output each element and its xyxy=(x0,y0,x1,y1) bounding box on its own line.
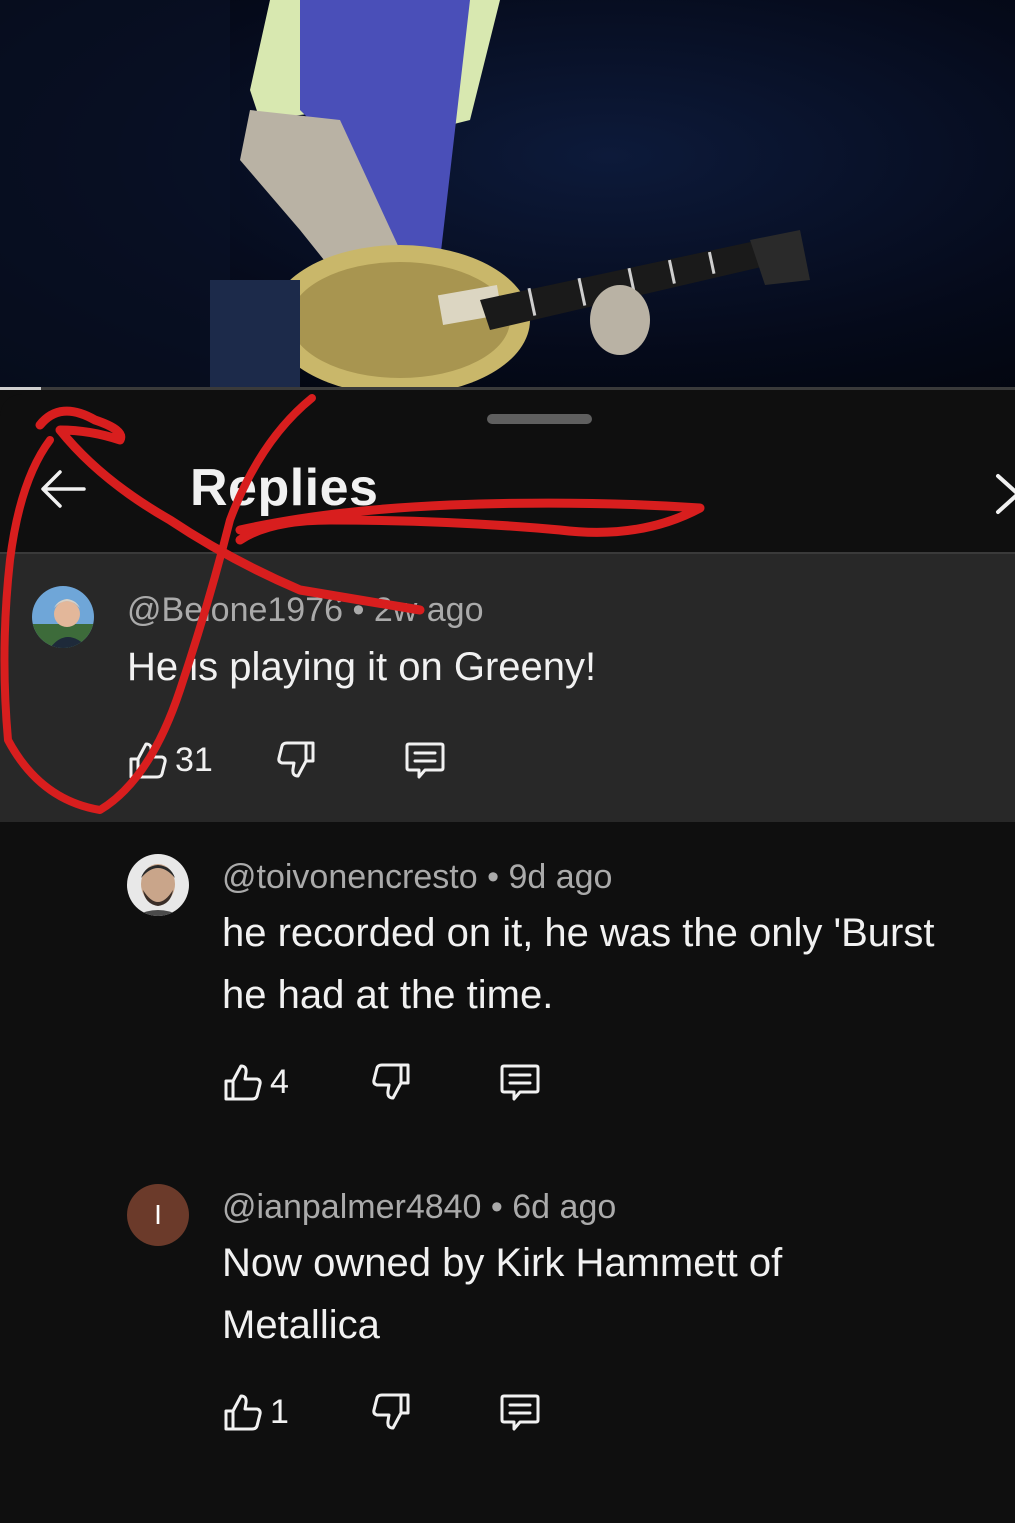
comment-icon xyxy=(500,1394,540,1431)
page-title: Replies xyxy=(190,459,379,517)
replies-header: Replies xyxy=(0,434,1015,552)
comment-text-line: Metallica xyxy=(222,1303,380,1347)
like-button[interactable]: 1 xyxy=(222,1387,289,1437)
comment-meta: @toivonencresto • 9d ago xyxy=(222,858,612,897)
comment-meta: @Belone1976 • 2w ago xyxy=(127,591,483,630)
comment-text: Now owned by Kirk Hammett of Metallica xyxy=(222,1232,782,1356)
parent-comment: @Belone1976 • 2w ago He is playing it on… xyxy=(0,554,1015,822)
comment-text-line: he had at the time. xyxy=(222,973,554,1017)
meta-separator: • xyxy=(487,858,500,896)
close-button[interactable] xyxy=(990,462,1015,522)
reply-button[interactable] xyxy=(498,1057,542,1107)
comment-text: He is playing it on Greeny! xyxy=(127,645,597,689)
dislike-button[interactable] xyxy=(370,1057,412,1107)
avatar-letter: I xyxy=(154,1199,162,1230)
comment-actions: 31 xyxy=(127,735,467,785)
reply-button[interactable] xyxy=(403,735,447,785)
video-progress-bar[interactable] xyxy=(0,387,1015,390)
avatar[interactable]: I xyxy=(127,1184,189,1246)
meta-separator: • xyxy=(490,1188,503,1226)
like-count: 1 xyxy=(270,1392,289,1431)
thumbs-down-icon xyxy=(277,741,315,778)
comment-icon xyxy=(500,1064,540,1101)
dislike-button[interactable] xyxy=(370,1387,412,1437)
comment-actions: 1 xyxy=(222,1387,562,1437)
reply-comment: I @ianpalmer4840 • 6d ago Now owned by K… xyxy=(0,1152,1015,1472)
dislike-button[interactable] xyxy=(275,735,317,785)
user-photo-icon xyxy=(32,586,94,648)
comment-time: 6d ago xyxy=(512,1188,617,1226)
comment-icon xyxy=(405,742,445,779)
reply-comment: @toivonencresto • 9d ago he recorded on … xyxy=(0,822,1015,1142)
thumbs-down-icon xyxy=(372,1393,410,1430)
like-count: 31 xyxy=(175,740,213,779)
avatar[interactable] xyxy=(127,854,189,916)
user-photo-icon xyxy=(127,854,189,916)
back-button[interactable] xyxy=(30,456,96,522)
comment-actions: 4 xyxy=(222,1057,562,1107)
avatar[interactable] xyxy=(32,586,94,648)
comment-time: 9d ago xyxy=(508,858,613,896)
video-progress-fill xyxy=(0,387,41,390)
video-frame-guitarist xyxy=(0,0,810,390)
close-icon xyxy=(996,474,1015,514)
like-button[interactable]: 4 xyxy=(222,1057,289,1107)
like-count: 4 xyxy=(270,1062,289,1101)
thumbs-up-icon xyxy=(224,1394,262,1431)
thumbs-up-icon xyxy=(224,1064,262,1101)
thumbs-up-icon xyxy=(129,742,167,779)
thumbs-down-icon xyxy=(372,1063,410,1100)
comment-meta: @ianpalmer4840 • 6d ago xyxy=(222,1188,616,1227)
meta-separator: • xyxy=(352,591,365,629)
comment-text: he recorded on it, he was the only 'Burs… xyxy=(222,902,934,1026)
comment-author[interactable]: @ianpalmer4840 xyxy=(222,1188,481,1226)
comment-author[interactable]: @Belone1976 xyxy=(127,591,343,629)
drag-handle[interactable] xyxy=(487,414,592,424)
comment-text-line: he recorded on it, he was the only 'Burs… xyxy=(222,911,935,955)
comment-time: 2w ago xyxy=(373,591,484,629)
arrow-left-icon xyxy=(41,470,86,508)
replies-sheet: Replies @Belone1976 • 2w ago He is playi… xyxy=(0,394,1015,1523)
comment-author[interactable]: @toivonencresto xyxy=(222,858,478,896)
like-button[interactable]: 31 xyxy=(127,735,213,785)
video-player[interactable] xyxy=(0,0,1015,390)
reply-button[interactable] xyxy=(498,1387,542,1437)
comment-text-line: Now owned by Kirk Hammett of xyxy=(222,1241,783,1285)
